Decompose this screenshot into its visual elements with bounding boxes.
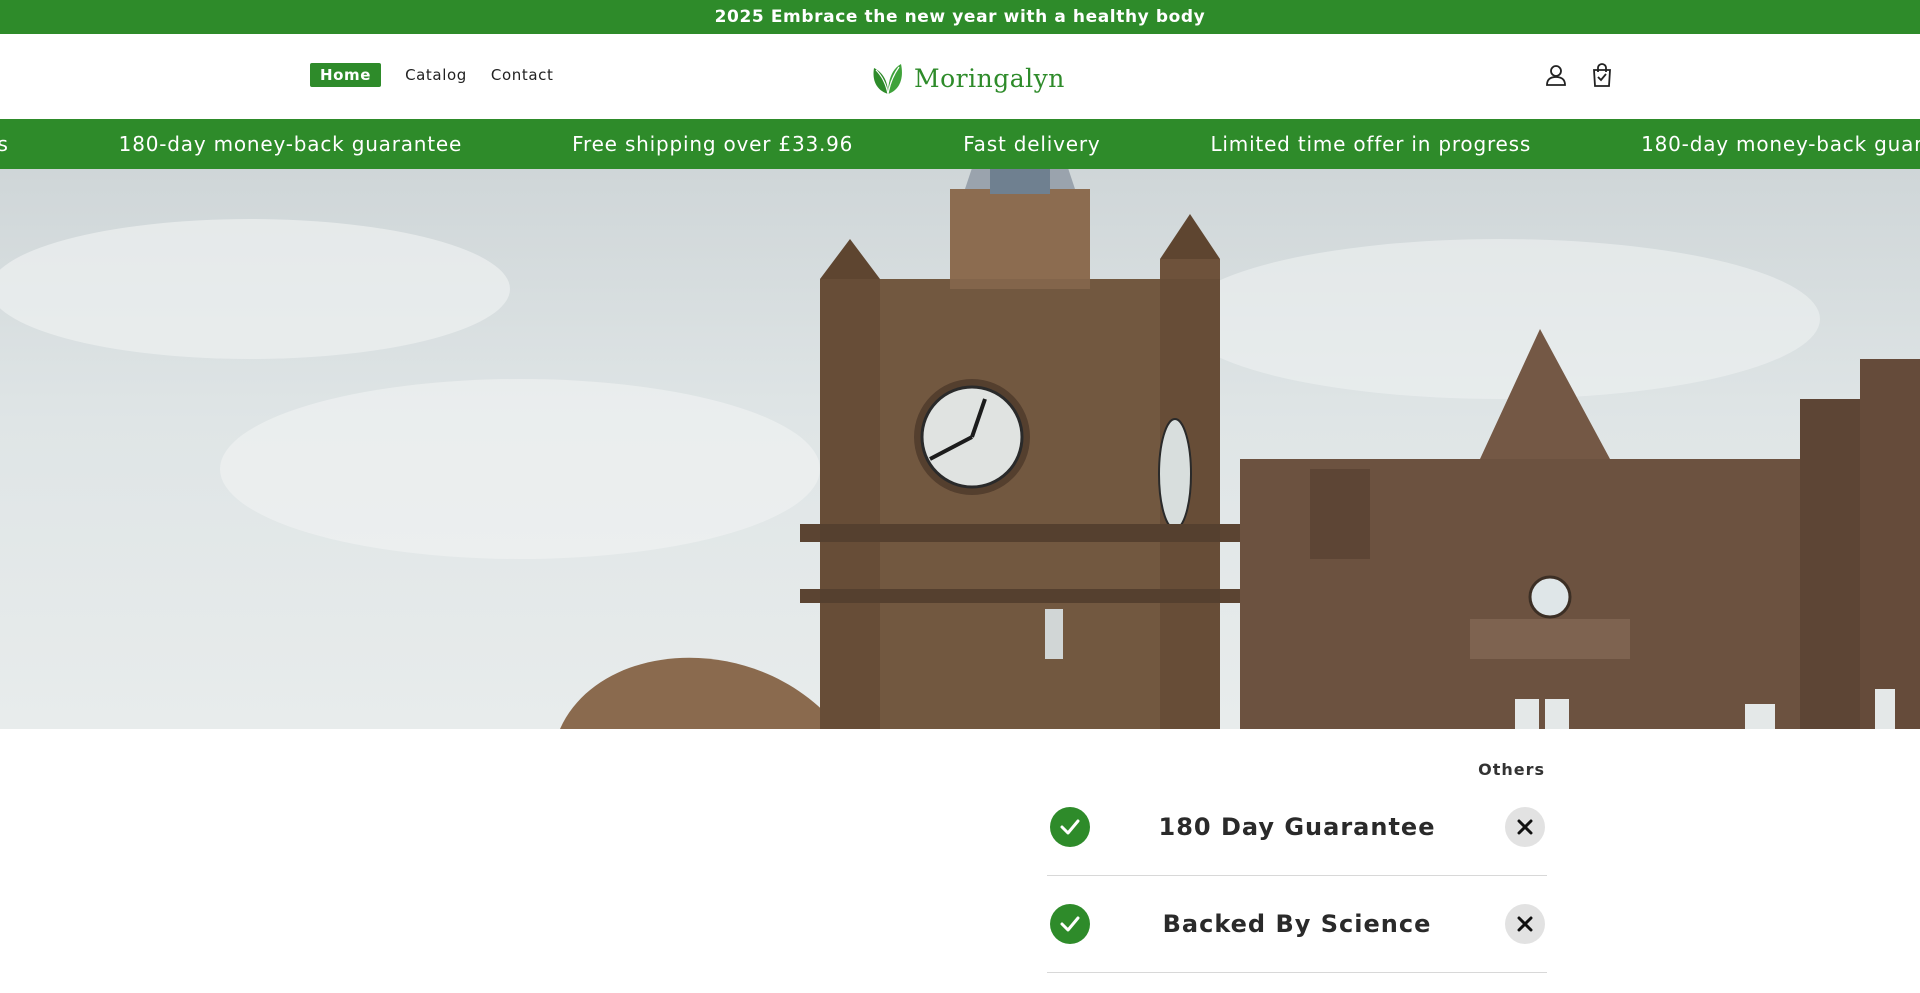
comparison-row: 180 Day Guarantee <box>1047 779 1547 876</box>
cross-icon <box>1505 807 1545 847</box>
comparison-row-label: Backed By Science <box>1162 910 1432 938</box>
main-nav: Home Catalog Contact <box>310 63 553 87</box>
check-icon <box>1050 904 1090 944</box>
cart-icon[interactable] <box>1589 62 1615 88</box>
comparison-row: Backed By Science <box>1047 876 1547 973</box>
site-logo[interactable]: Moringalyn <box>870 60 1065 96</box>
marquee-item: Limited time offer in progress <box>1210 132 1532 156</box>
nav-home-link[interactable]: Home <box>310 63 382 87</box>
site-header: Home Catalog Contact Moringalyn <box>0 34 1920 119</box>
clock-tower-building-illustration <box>0 169 1920 729</box>
comparison-table: Others 180 Day Guarantee Backed By Scien… <box>1047 760 1547 973</box>
benefits-marquee: ogress 180-day money-back guarantee Free… <box>0 119 1920 169</box>
marquee-item: Free shipping over £33.96 <box>572 132 854 156</box>
marquee-item: 180-day money-back guarantee <box>1641 132 1920 156</box>
hero-banner <box>0 169 1920 729</box>
marquee-item: Fast delivery <box>963 132 1101 156</box>
logo-text: Moringalyn <box>914 63 1065 93</box>
comparison-header-others: Others <box>1478 760 1545 779</box>
comparison-row-label: 180 Day Guarantee <box>1158 813 1436 841</box>
cross-icon <box>1505 904 1545 944</box>
leaf-logo-icon <box>873 64 902 95</box>
nav-catalog-link[interactable]: Catalog <box>405 66 467 84</box>
marquee-track: ogress 180-day money-back guarantee Free… <box>0 119 1920 169</box>
nav-contact-link[interactable]: Contact <box>491 66 554 84</box>
marquee-item: ogress <box>0 132 9 156</box>
check-icon <box>1050 807 1090 847</box>
marquee-item: 180-day money-back guarantee <box>118 132 463 156</box>
header-actions <box>1543 62 1615 88</box>
announcement-text: 2025 Embrace the new year with a healthy… <box>714 7 1206 27</box>
announcement-bar: 2025 Embrace the new year with a healthy… <box>0 0 1920 34</box>
account-icon[interactable] <box>1543 62 1569 88</box>
